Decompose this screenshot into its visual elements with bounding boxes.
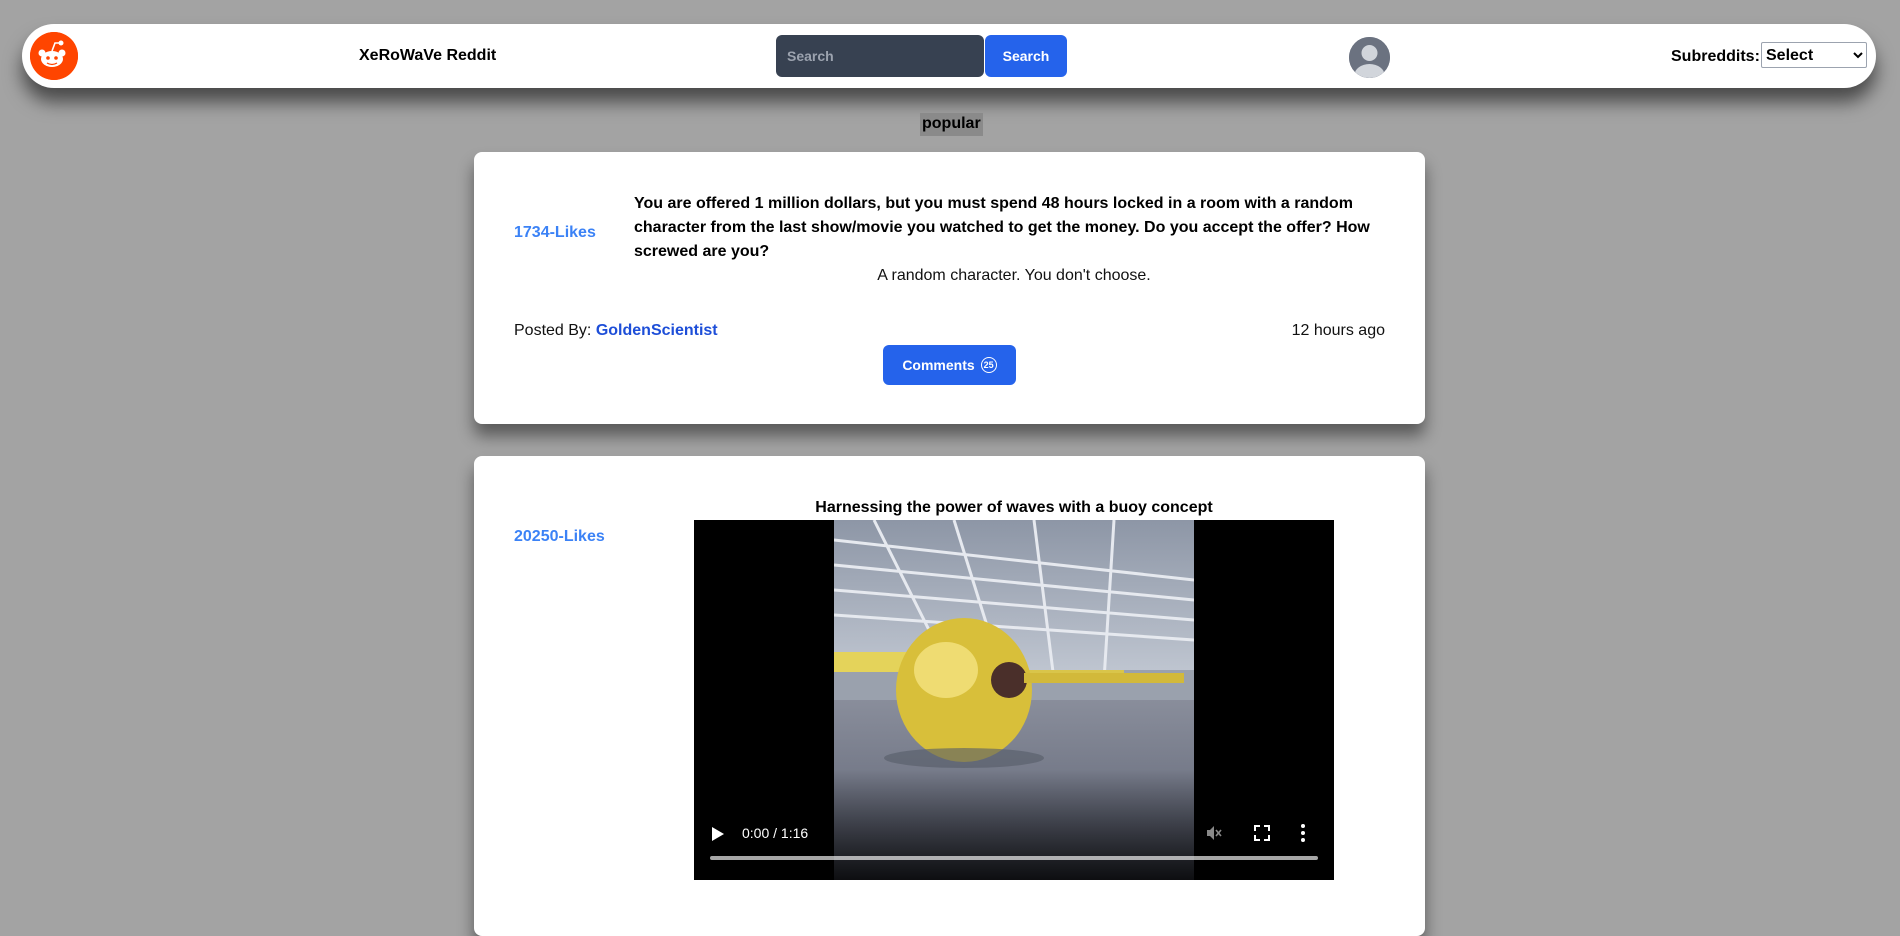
likes-count[interactable]: 20250-Likes [514, 528, 605, 546]
likes-count[interactable]: 1734-Likes [514, 224, 596, 242]
navbar: XeRoWaVe Reddit Search Subreddits: Selec… [22, 24, 1876, 88]
video-player[interactable]: 0:00 / 1:16 [694, 520, 1334, 880]
comments-button[interactable]: Comments 25 [883, 345, 1016, 385]
fullscreen-icon[interactable] [1254, 825, 1270, 841]
post-title[interactable]: You are offered 1 million dollars, but y… [634, 192, 1394, 264]
author-link[interactable]: GoldenScientist [596, 322, 718, 339]
post-body: A random character. You don't choose. [877, 267, 1151, 284]
comment-count-badge: 25 [980, 357, 997, 373]
app-title[interactable]: XeRoWaVe Reddit [359, 47, 496, 65]
more-options-icon[interactable] [1300, 824, 1306, 842]
search-input[interactable] [776, 35, 984, 77]
post-title[interactable]: Harnessing the power of waves with a buo… [634, 499, 1394, 517]
video-time: 0:00 / 1:16 [742, 825, 809, 841]
mute-icon[interactable] [1206, 825, 1222, 841]
search-button[interactable]: Search [985, 35, 1067, 77]
post-card: 1734-Likes You are offered 1 million dol… [474, 152, 1425, 424]
post-card: 20250-Likes Harnessing the power of wave… [474, 456, 1425, 936]
posted-by: Posted By: GoldenScientist [514, 322, 718, 340]
comments-label: Comments [902, 357, 975, 373]
category-tag: popular [920, 113, 983, 136]
subreddits-select[interactable]: Select [1761, 42, 1867, 68]
play-icon[interactable] [712, 827, 724, 841]
video-controls: 0:00 / 1:16 [694, 770, 1334, 880]
video-progress-bar[interactable] [710, 856, 1318, 860]
posted-by-label: Posted By: [514, 322, 592, 339]
user-avatar-icon[interactable] [1349, 37, 1390, 78]
post-timestamp: 12 hours ago [1291, 322, 1385, 339]
reddit-logo-icon[interactable] [30, 32, 78, 80]
subreddits-label: Subreddits: [1671, 48, 1760, 65]
